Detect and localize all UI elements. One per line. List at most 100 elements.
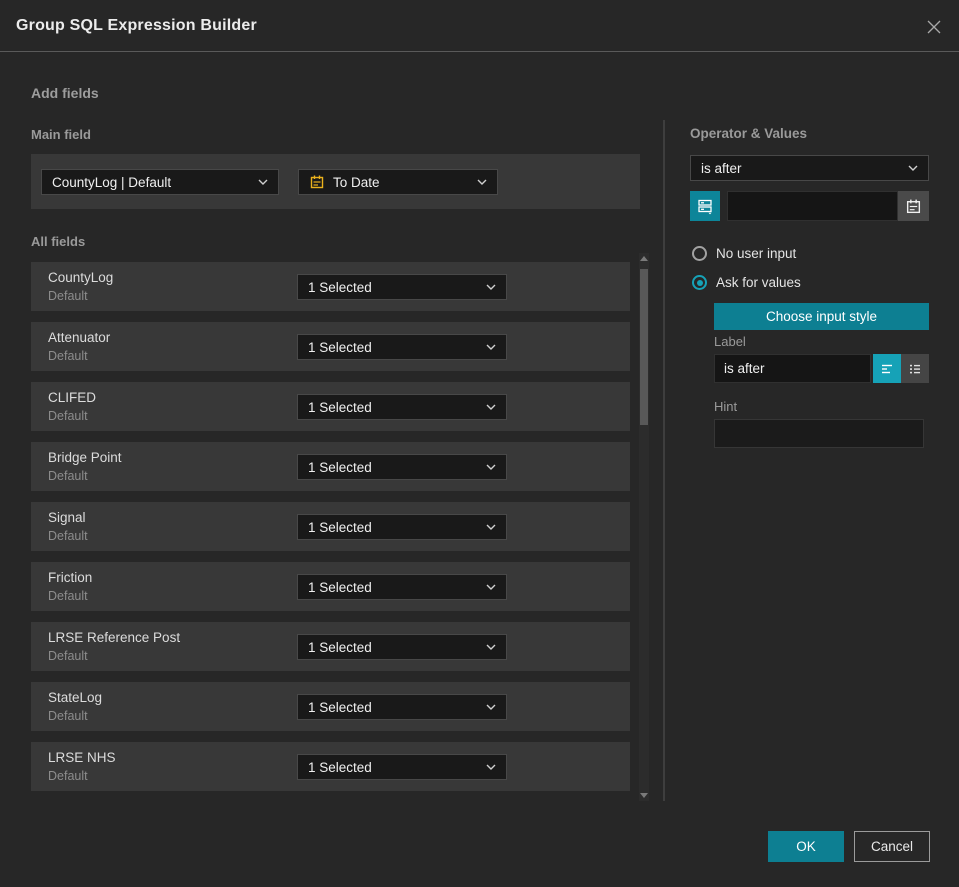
chevron-down-icon bbox=[486, 644, 496, 650]
input-style-list-button[interactable] bbox=[901, 354, 929, 383]
group-sql-expression-builder-dialog: Group SQL Expression Builder Add fields … bbox=[0, 0, 959, 887]
unique-values-picker-button[interactable] bbox=[690, 191, 720, 221]
field-row-lrse-nhs: LRSE NHS Default 1 Selected bbox=[31, 742, 630, 791]
label-caption: Label bbox=[714, 334, 746, 349]
field-name: LRSE NHS bbox=[48, 750, 116, 765]
choose-input-style-button[interactable]: Choose input style bbox=[714, 303, 929, 330]
scroll-down-arrow-icon[interactable] bbox=[640, 793, 648, 798]
main-field-type-select[interactable]: To Date bbox=[298, 169, 498, 195]
align-left-icon bbox=[882, 364, 892, 373]
chevron-down-icon bbox=[486, 344, 496, 350]
value-input[interactable] bbox=[727, 191, 898, 221]
field-selection-value: 1 Selected bbox=[308, 519, 372, 535]
main-field-type-value: To Date bbox=[333, 174, 380, 190]
main-field-select-value: CountyLog | Default bbox=[52, 174, 172, 190]
field-name: StateLog bbox=[48, 690, 103, 705]
hint-caption: Hint bbox=[714, 399, 738, 414]
field-selection-select[interactable]: 1 Selected bbox=[297, 514, 507, 540]
chevron-down-icon bbox=[486, 464, 496, 470]
input-style-text-button[interactable] bbox=[873, 354, 901, 383]
main-field-label: Main field bbox=[31, 127, 91, 142]
unique-values-icon bbox=[698, 199, 712, 215]
field-subtitle: Default bbox=[48, 769, 88, 783]
list-icon bbox=[910, 364, 920, 373]
field-subtitle: Default bbox=[48, 469, 88, 483]
field-subtitle: Default bbox=[48, 649, 88, 663]
radio-label: No user input bbox=[716, 246, 797, 261]
field-selection-value: 1 Selected bbox=[308, 759, 372, 775]
field-name: Signal bbox=[48, 510, 86, 525]
field-selection-select[interactable]: 1 Selected bbox=[297, 334, 507, 360]
chevron-down-icon bbox=[258, 179, 268, 185]
field-subtitle: Default bbox=[48, 349, 88, 363]
field-selection-select[interactable]: 1 Selected bbox=[297, 634, 507, 660]
field-name: LRSE Reference Post bbox=[48, 630, 181, 645]
label-input[interactable] bbox=[714, 354, 871, 383]
field-row-attenuator: Attenuator Default 1 Selected bbox=[31, 322, 630, 371]
field-selection-value: 1 Selected bbox=[308, 399, 372, 415]
chevron-down-icon bbox=[486, 584, 496, 590]
field-name: CLIFED bbox=[48, 390, 97, 405]
field-selection-value: 1 Selected bbox=[308, 579, 372, 595]
field-row-bridge-point: Bridge Point Default 1 Selected bbox=[31, 442, 630, 491]
scrollbar-thumb[interactable] bbox=[640, 269, 648, 425]
field-selection-value: 1 Selected bbox=[308, 279, 372, 295]
chevron-down-icon bbox=[486, 404, 496, 410]
field-row-signal: Signal Default 1 Selected bbox=[31, 502, 630, 551]
field-row-friction: Friction Default 1 Selected bbox=[31, 562, 630, 611]
titlebar: Group SQL Expression Builder bbox=[0, 0, 959, 52]
calendar-icon bbox=[906, 199, 921, 213]
field-name: Bridge Point bbox=[48, 450, 122, 465]
all-fields-list: CountyLog Default 1 Selected Attenuator … bbox=[31, 262, 630, 802]
field-selection-select[interactable]: 1 Selected bbox=[297, 454, 507, 480]
add-fields-heading: Add fields bbox=[31, 85, 99, 101]
chevron-down-icon bbox=[477, 179, 487, 185]
field-row-statelog: StateLog Default 1 Selected bbox=[31, 682, 630, 731]
radio-ask-for-values[interactable]: Ask for values bbox=[692, 275, 801, 290]
field-selection-value: 1 Selected bbox=[308, 699, 372, 715]
main-field-panel: CountyLog | Default To Date bbox=[31, 154, 640, 209]
field-selection-select[interactable]: 1 Selected bbox=[297, 274, 507, 300]
field-selection-value: 1 Selected bbox=[308, 339, 372, 355]
close-icon bbox=[927, 20, 941, 34]
field-selection-select[interactable]: 1 Selected bbox=[297, 754, 507, 780]
panel-divider bbox=[663, 120, 665, 801]
list-scrollbar[interactable] bbox=[639, 253, 649, 801]
field-subtitle: Default bbox=[48, 409, 88, 423]
operator-select-value: is after bbox=[701, 160, 742, 176]
field-row-lrse-reference-post: LRSE Reference Post Default 1 Selected bbox=[31, 622, 630, 671]
radio-no-user-input[interactable]: No user input bbox=[692, 246, 796, 261]
scroll-up-arrow-icon[interactable] bbox=[640, 256, 648, 261]
field-selection-select[interactable]: 1 Selected bbox=[297, 574, 507, 600]
radio-icon bbox=[692, 246, 707, 261]
field-name: Attenuator bbox=[48, 330, 111, 345]
chevron-down-icon bbox=[486, 524, 496, 530]
field-subtitle: Default bbox=[48, 289, 88, 303]
radio-label: Ask for values bbox=[716, 275, 801, 290]
ok-button[interactable]: OK bbox=[768, 831, 844, 862]
date-picker-button[interactable] bbox=[898, 191, 929, 221]
field-selection-select[interactable]: 1 Selected bbox=[297, 694, 507, 720]
all-fields-label: All fields bbox=[31, 234, 86, 249]
operator-values-heading: Operator & Values bbox=[690, 126, 808, 141]
field-selection-select[interactable]: 1 Selected bbox=[297, 394, 507, 420]
field-row-countylog: CountyLog Default 1 Selected bbox=[31, 262, 630, 311]
cancel-button[interactable]: Cancel bbox=[854, 831, 930, 862]
field-selection-value: 1 Selected bbox=[308, 459, 372, 475]
radio-icon bbox=[692, 275, 707, 290]
operator-select[interactable]: is after bbox=[690, 155, 929, 181]
field-selection-value: 1 Selected bbox=[308, 639, 372, 655]
chevron-down-icon bbox=[908, 165, 918, 171]
field-name: Friction bbox=[48, 570, 93, 585]
chevron-down-icon bbox=[486, 704, 496, 710]
chevron-down-icon bbox=[486, 764, 496, 770]
chevron-down-icon bbox=[486, 284, 496, 290]
field-subtitle: Default bbox=[48, 589, 88, 603]
field-row-clifed: CLIFED Default 1 Selected bbox=[31, 382, 630, 431]
field-name: CountyLog bbox=[48, 270, 114, 285]
close-button[interactable] bbox=[923, 16, 945, 38]
calendar-icon bbox=[310, 175, 324, 189]
main-field-select[interactable]: CountyLog | Default bbox=[41, 169, 279, 195]
field-subtitle: Default bbox=[48, 529, 88, 543]
hint-input[interactable] bbox=[714, 419, 924, 448]
